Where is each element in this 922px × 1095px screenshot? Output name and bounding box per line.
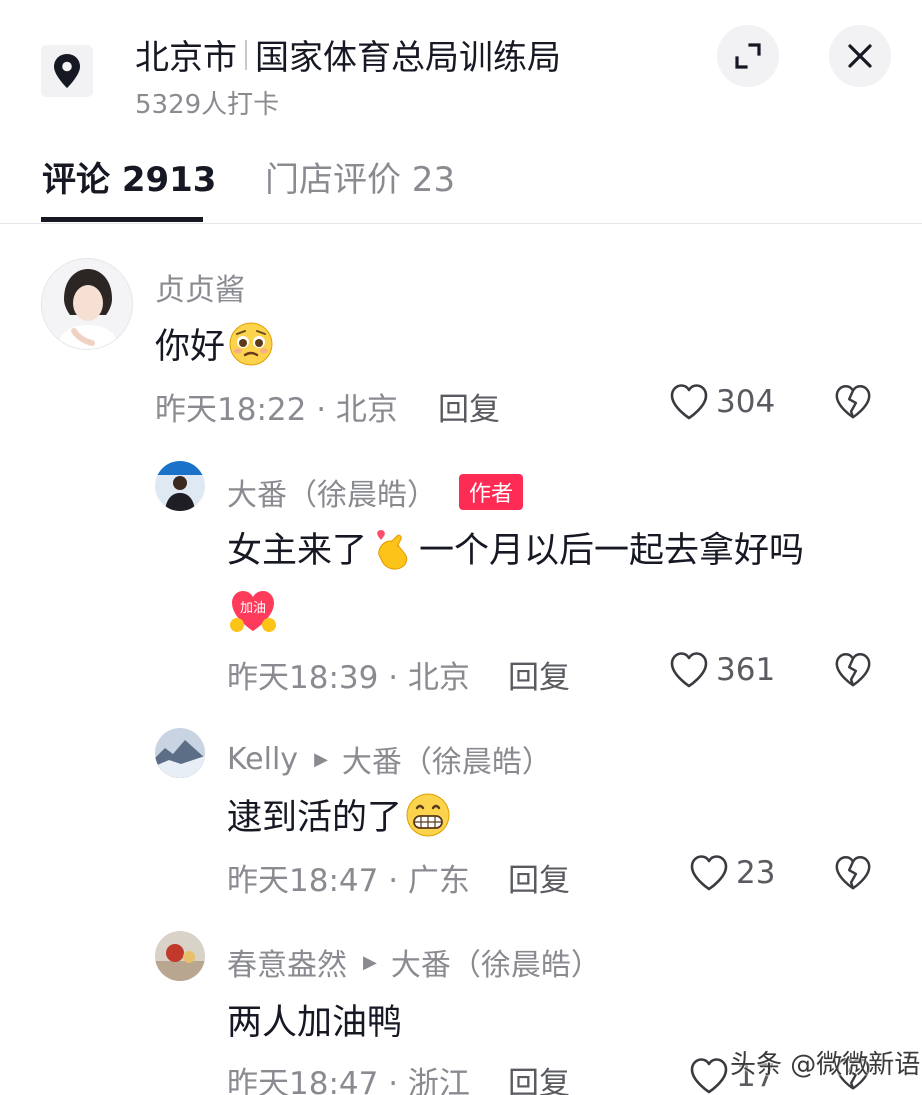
avatar[interactable] <box>155 931 205 981</box>
comment-text: 女主来了 一个月以后一起去拿好吗 <box>227 522 804 573</box>
comment-meta: 昨天18:47 · 广东 <box>227 863 470 899</box>
dislike-button[interactable] <box>833 382 873 426</box>
comment-text-content: 你好 <box>155 327 226 367</box>
pleading-face-emoji <box>229 322 273 365</box>
reply-to-username: 大番（徐晨皓） <box>390 948 601 983</box>
comment-username[interactable]: Kelly ▶ 大番（徐晨皓） <box>227 737 552 781</box>
place-title: 北京市 国家体育总局训练局 <box>135 30 561 79</box>
comment-text: 你好 <box>155 318 277 369</box>
avatar[interactable] <box>41 258 133 350</box>
reply-button[interactable]: 回复 <box>508 652 570 697</box>
expand-icon <box>735 43 761 69</box>
broken-heart-icon <box>835 653 871 687</box>
comment-meta: 昨天18:47 · 浙江 <box>227 1066 470 1095</box>
jiayou-label: 加油 <box>240 601 266 616</box>
comment-username[interactable]: 春意盎然 ▶ 大番（徐晨皓） <box>227 940 601 984</box>
avatar[interactable] <box>155 461 205 511</box>
comment-text-content: 两人加油鸭 <box>227 1003 403 1043</box>
comment-username[interactable]: 大番（徐晨皓） 作者 <box>227 470 524 514</box>
comment-text: 逮到活的了 <box>227 789 454 840</box>
like-button[interactable]: 23 <box>688 853 775 893</box>
reply-button[interactable]: 回复 <box>438 384 500 429</box>
dislike-button[interactable] <box>833 650 873 694</box>
username-text: Kelly <box>227 741 299 777</box>
jiayou-emoji: 加油 <box>230 591 276 632</box>
tab-comments[interactable]: 评论 2913 <box>42 152 216 201</box>
close-button[interactable] <box>829 25 891 87</box>
like-count: 23 <box>736 855 776 891</box>
broken-heart-icon <box>835 856 871 890</box>
comment-text-content-2: 一个月以后一起去拿好吗 <box>419 531 805 571</box>
like-count: 304 <box>716 384 776 420</box>
tab-bar: 评论 2913 门店评价 23 <box>0 140 922 224</box>
expand-button[interactable] <box>717 25 779 87</box>
reply-arrow-icon: ▶ <box>314 748 328 770</box>
author-badge: 作者 <box>459 474 524 510</box>
heart-icon <box>690 1058 728 1094</box>
city-name: 北京市 <box>135 38 237 78</box>
username-text: 大番（徐晨皓） <box>227 478 437 513</box>
like-button[interactable]: 304 <box>668 382 775 422</box>
like-button[interactable]: 361 <box>668 650 775 690</box>
reply-to-username: 大番（徐晨皓） <box>341 745 552 780</box>
comment-text-content: 女主来了 <box>227 531 368 571</box>
checkin-count: 5329人打卡 <box>135 90 280 120</box>
comment-meta: 昨天18:22 · 北京 <box>155 392 398 428</box>
active-tab-indicator <box>41 217 203 222</box>
reply-button[interactable]: 回复 <box>508 1058 570 1095</box>
heart-icon <box>670 652 708 688</box>
close-icon <box>848 44 872 68</box>
comment-text: 两人加油鸭 <box>227 994 402 1045</box>
tab-store-reviews[interactable]: 门店评价 23 <box>265 152 455 201</box>
like-count: 361 <box>716 652 776 688</box>
comment-username[interactable]: 贞贞酱 <box>155 265 245 309</box>
heart-icon <box>670 384 708 420</box>
comment-text-content: 逮到活的了 <box>227 798 403 838</box>
broken-heart-icon <box>835 385 871 419</box>
location-pin-icon <box>41 45 93 97</box>
title-divider <box>245 39 247 70</box>
location-header: 北京市 国家体育总局训练局 5329人打卡 <box>0 0 922 128</box>
heart-icon <box>690 855 728 891</box>
dislike-button[interactable] <box>833 853 873 897</box>
username-text: 春意盎然 <box>227 948 347 983</box>
reply-arrow-icon: ▶ <box>363 951 377 973</box>
comment-meta: 昨天18:39 · 北京 <box>227 660 470 696</box>
watermark: 头条 @微微新语 <box>730 1050 921 1080</box>
reply-button[interactable]: 回复 <box>508 855 570 900</box>
grinning-emoji <box>406 793 450 836</box>
comment-text-line2: 加油 <box>227 587 279 635</box>
avatar[interactable] <box>155 728 205 778</box>
finger-heart-emoji <box>377 529 408 570</box>
place-name: 国家体育总局训练局 <box>255 38 561 78</box>
